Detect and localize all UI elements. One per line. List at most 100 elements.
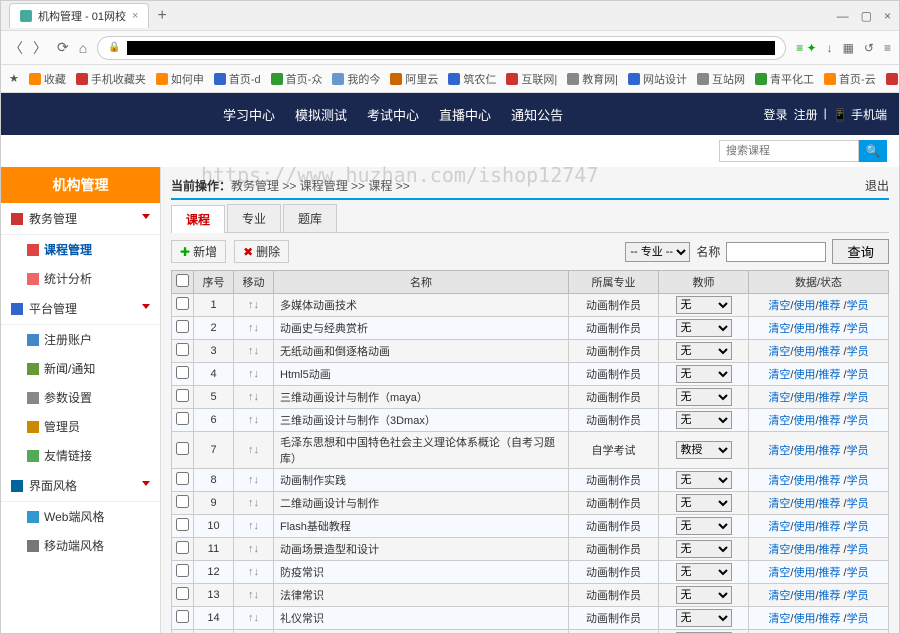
row-checkbox[interactable] (176, 518, 189, 531)
row-checkbox[interactable] (176, 564, 189, 577)
action-student[interactable]: 学员 (847, 567, 869, 579)
search-input[interactable] (719, 140, 859, 162)
action-student[interactable]: 学员 (847, 544, 869, 556)
home-icon[interactable]: ⌂ (79, 40, 87, 56)
move-handle[interactable]: ↑↓ (234, 469, 274, 492)
action-use[interactable]: 使用 (793, 392, 815, 404)
action-clear[interactable]: 清空 (768, 300, 790, 312)
move-handle[interactable]: ↑↓ (234, 317, 274, 340)
action-student[interactable]: 学员 (847, 323, 869, 335)
sidebar-item[interactable]: 注册账户 (1, 325, 160, 354)
action-student[interactable]: 学员 (847, 415, 869, 427)
action-use[interactable]: 使用 (793, 521, 815, 533)
forward-icon[interactable]: 〉 (33, 38, 47, 58)
move-handle[interactable]: ↑↓ (234, 409, 274, 432)
action-student[interactable]: 学员 (847, 369, 869, 381)
action-use[interactable]: 使用 (793, 346, 815, 358)
address-bar[interactable]: 🔒 (97, 36, 786, 60)
download-icon[interactable]: ↓ (827, 41, 833, 55)
action-use[interactable]: 使用 (793, 567, 815, 579)
row-checkbox[interactable] (176, 366, 189, 379)
teacher-select[interactable]: 无 (676, 494, 732, 512)
row-checkbox[interactable] (176, 343, 189, 356)
teacher-select[interactable]: 无 (676, 319, 732, 337)
row-checkbox[interactable] (176, 389, 189, 402)
move-handle[interactable]: ↑↓ (234, 363, 274, 386)
column-header[interactable]: 所属专业 (569, 271, 659, 294)
maximize-icon[interactable]: ▢ (861, 9, 872, 23)
teacher-select[interactable]: 无 (676, 411, 732, 429)
bookmark-item[interactable]: 筑农仁 (448, 71, 496, 87)
bookmark-item[interactable]: 青平化工 (755, 71, 814, 87)
bookmark-item[interactable]: 我的今 (332, 71, 380, 87)
move-handle[interactable]: ↑↓ (234, 386, 274, 409)
action-recommend[interactable]: 推荐 (819, 369, 841, 381)
teacher-select[interactable]: 无 (676, 632, 732, 633)
back-icon[interactable]: 〈 (9, 38, 23, 58)
nav-menu-item[interactable]: 直播中心 (439, 105, 491, 124)
sidebar-group[interactable]: 教务管理 (1, 203, 160, 235)
nav-menu-item[interactable]: 考试中心 (367, 105, 419, 124)
action-clear[interactable]: 清空 (768, 567, 790, 579)
sidebar-item[interactable]: 新闻/通知 (1, 354, 160, 383)
teacher-select[interactable]: 无 (676, 388, 732, 406)
query-button[interactable]: 查询 (832, 239, 889, 264)
sidebar-group[interactable]: 界面风格 (1, 470, 160, 502)
action-use[interactable]: 使用 (793, 613, 815, 625)
exit-link[interactable]: 退出 (865, 177, 889, 194)
sidebar-item[interactable]: 统计分析 (1, 264, 160, 293)
bookmark-item[interactable]: 教育网| (567, 71, 618, 87)
action-use[interactable]: 使用 (793, 369, 815, 381)
teacher-select[interactable]: 无 (676, 471, 732, 489)
action-recommend[interactable]: 推荐 (819, 613, 841, 625)
menu-icon[interactable]: ≡ (884, 41, 891, 55)
nav-menu-item[interactable]: 通知公告 (511, 105, 563, 124)
action-clear[interactable]: 清空 (768, 415, 790, 427)
move-handle[interactable]: ↑↓ (234, 561, 274, 584)
close-tab-icon[interactable]: × (132, 10, 138, 22)
sidebar-item[interactable]: 参数设置 (1, 383, 160, 412)
action-recommend[interactable]: 推荐 (819, 392, 841, 404)
action-clear[interactable]: 清空 (768, 369, 790, 381)
row-checkbox[interactable] (176, 320, 189, 333)
action-use[interactable]: 使用 (793, 300, 815, 312)
history-icon[interactable]: ↺ (864, 41, 874, 55)
close-window-icon[interactable]: × (884, 9, 891, 23)
teacher-select[interactable]: 无 (676, 563, 732, 581)
action-student[interactable]: 学员 (847, 346, 869, 358)
sidebar-item[interactable]: 移动端风格 (1, 531, 160, 560)
action-use[interactable]: 使用 (793, 544, 815, 556)
teacher-select[interactable]: 无 (676, 586, 732, 604)
bookmark-item[interactable]: 教育部众 (886, 71, 899, 87)
action-recommend[interactable]: 推荐 (819, 590, 841, 602)
action-student[interactable]: 学员 (847, 475, 869, 487)
content-tab[interactable]: 题库 (283, 204, 337, 232)
action-student[interactable]: 学员 (847, 392, 869, 404)
column-header[interactable]: 移动 (234, 271, 274, 294)
action-recommend[interactable]: 推荐 (819, 567, 841, 579)
action-clear[interactable]: 清空 (768, 445, 790, 457)
teacher-select[interactable]: 无 (676, 365, 732, 383)
move-handle[interactable]: ↑↓ (234, 340, 274, 363)
action-recommend[interactable]: 推荐 (819, 415, 841, 427)
action-use[interactable]: 使用 (793, 590, 815, 602)
apps-icon[interactable]: ▦ (843, 41, 854, 55)
teacher-select[interactable]: 无 (676, 609, 732, 627)
move-handle[interactable]: ↑↓ (234, 432, 274, 469)
sidebar-item[interactable]: 课程管理 (1, 235, 160, 264)
move-handle[interactable]: ↑↓ (234, 630, 274, 634)
new-tab-button[interactable]: + (149, 7, 174, 25)
action-student[interactable]: 学员 (847, 613, 869, 625)
minimize-icon[interactable]: — (837, 9, 849, 23)
move-handle[interactable]: ↑↓ (234, 294, 274, 317)
action-student[interactable]: 学员 (847, 498, 869, 510)
nav-menu-item[interactable]: 模拟测试 (295, 105, 347, 124)
column-header[interactable]: 数据/状态 (749, 271, 889, 294)
action-clear[interactable]: 清空 (768, 590, 790, 602)
action-use[interactable]: 使用 (793, 475, 815, 487)
row-checkbox[interactable] (176, 412, 189, 425)
move-handle[interactable]: ↑↓ (234, 584, 274, 607)
action-clear[interactable]: 清空 (768, 544, 790, 556)
action-use[interactable]: 使用 (793, 498, 815, 510)
action-recommend[interactable]: 推荐 (819, 544, 841, 556)
